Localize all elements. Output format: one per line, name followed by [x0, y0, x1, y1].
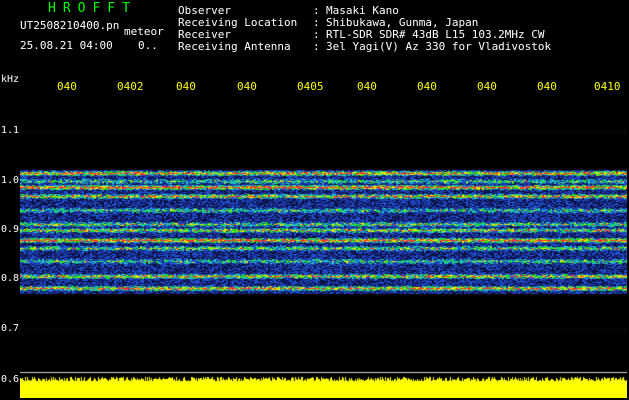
antenna-value: 3el Yagi(V) Az 330 for Vladivostok	[326, 40, 552, 53]
spectrogram-plot	[20, 98, 627, 398]
time-tick: 040	[537, 80, 557, 93]
file-name: UT2508210400.pn	[20, 19, 120, 32]
separator: :	[313, 4, 320, 17]
separator: :	[313, 16, 320, 29]
time-tick: 0402	[117, 80, 144, 93]
freq-tick: 0.9	[1, 224, 20, 235]
time-tick: 040	[237, 80, 257, 93]
y-axis-unit: kHz	[1, 74, 20, 85]
time-tick: 040	[477, 80, 497, 93]
separator: :	[313, 28, 320, 41]
freq-tick: 1.0	[1, 175, 20, 186]
time-tick: 0405	[297, 80, 324, 93]
time-tick: 0410	[594, 80, 621, 93]
antenna-label: Receiving Antenna	[178, 40, 291, 53]
meteor-label: meteor	[124, 25, 164, 38]
freq-tick: 0.8	[1, 273, 20, 284]
time-tick: 040	[57, 80, 77, 93]
hrofft-window: HROFFT UT2508210400.pn meteor 25.08.21 0…	[0, 0, 629, 400]
receiver-value: RTL-SDR SDR# 43dB L15 103.2MHz CW	[326, 28, 545, 41]
observer-label: Observer	[178, 4, 231, 17]
observer-value: Masaki Kano	[326, 4, 399, 17]
hrofft-logo: HROFFT	[48, 1, 137, 16]
separator: :	[313, 40, 320, 53]
time-tick: 040	[176, 80, 196, 93]
date-time: 25.08.21 04:00	[20, 39, 113, 52]
location-label: Receiving Location	[178, 16, 298, 29]
time-tick: 040	[417, 80, 437, 93]
freq-tick: 1.1	[1, 125, 20, 136]
freq-tick: 0.7	[1, 323, 20, 334]
time-tick: 040	[357, 80, 377, 93]
freq-tick: 0.6	[1, 374, 20, 385]
meteor-count: 0..	[138, 39, 158, 52]
location-value: Shibukawa, Gunma, Japan	[326, 16, 479, 29]
receiver-label: Receiver	[178, 28, 231, 41]
